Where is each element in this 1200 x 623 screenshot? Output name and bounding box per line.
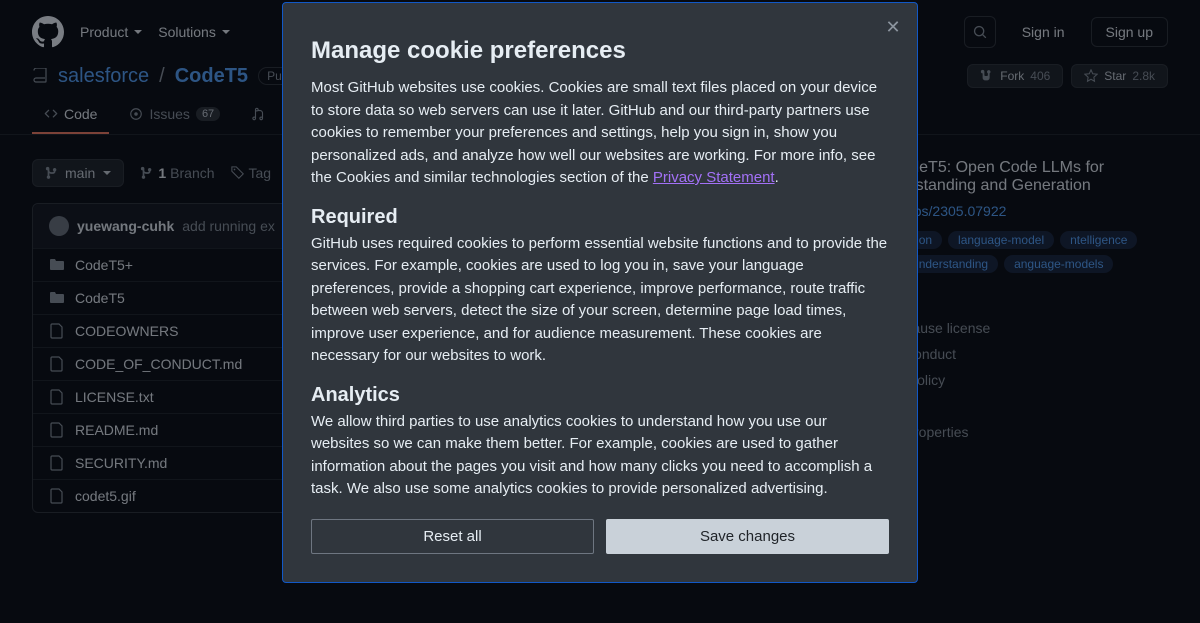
close-icon: ✕: [885, 17, 900, 37]
modal-backdrop: ✕ Manage cookie preferences Most GitHub …: [0, 0, 1200, 623]
close-button[interactable]: ✕: [883, 17, 903, 37]
reset-button[interactable]: Reset all: [311, 519, 594, 554]
required-heading: Required: [311, 206, 889, 229]
cookie-modal: ✕ Manage cookie preferences Most GitHub …: [282, 2, 918, 583]
analytics-text: We allow third parties to use analytics …: [311, 411, 889, 501]
modal-title: Manage cookie preferences: [311, 37, 889, 65]
modal-intro: Most GitHub websites use cookies. Cookie…: [311, 77, 889, 190]
privacy-link[interactable]: Privacy Statement: [653, 169, 775, 186]
save-button[interactable]: Save changes: [606, 519, 889, 554]
required-text: GitHub uses required cookies to perform …: [311, 233, 889, 368]
analytics-heading: Analytics: [311, 384, 889, 407]
